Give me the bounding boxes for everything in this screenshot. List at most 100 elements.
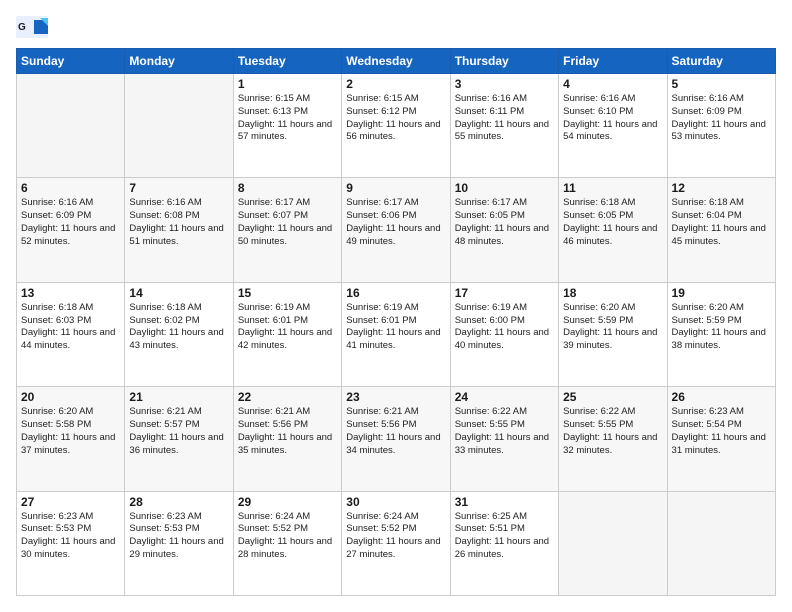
day-cell: 18Sunrise: 6:20 AMSunset: 5:59 PMDayligh… xyxy=(559,282,667,386)
day-number: 5 xyxy=(672,77,771,91)
sunset-text: Sunset: 5:53 PM xyxy=(129,523,228,536)
daylight-text: Daylight: 11 hours and 50 minutes. xyxy=(238,223,337,249)
daylight-text: Daylight: 11 hours and 40 minutes. xyxy=(455,327,554,353)
sunrise-text: Sunrise: 6:18 AM xyxy=(129,302,228,315)
sunrise-text: Sunrise: 6:18 AM xyxy=(672,197,771,210)
daylight-text: Daylight: 11 hours and 46 minutes. xyxy=(563,223,662,249)
sunrise-text: Sunrise: 6:21 AM xyxy=(129,406,228,419)
day-number: 17 xyxy=(455,286,554,300)
sunset-text: Sunset: 6:08 PM xyxy=(129,210,228,223)
sunset-text: Sunset: 5:59 PM xyxy=(672,315,771,328)
day-number: 4 xyxy=(563,77,662,91)
day-number: 24 xyxy=(455,390,554,404)
sunset-text: Sunset: 6:01 PM xyxy=(346,315,445,328)
sunrise-text: Sunrise: 6:19 AM xyxy=(238,302,337,315)
day-cell: 30Sunrise: 6:24 AMSunset: 5:52 PMDayligh… xyxy=(342,491,450,595)
sunset-text: Sunset: 6:04 PM xyxy=(672,210,771,223)
svg-text:G: G xyxy=(18,22,26,33)
sunrise-text: Sunrise: 6:24 AM xyxy=(238,511,337,524)
sunset-text: Sunset: 5:58 PM xyxy=(21,419,120,432)
daylight-text: Daylight: 11 hours and 53 minutes. xyxy=(672,119,771,145)
daylight-text: Daylight: 11 hours and 30 minutes. xyxy=(21,536,120,562)
day-cell xyxy=(17,74,125,178)
sunset-text: Sunset: 6:09 PM xyxy=(672,106,771,119)
day-cell: 15Sunrise: 6:19 AMSunset: 6:01 PMDayligh… xyxy=(233,282,341,386)
day-number: 15 xyxy=(238,286,337,300)
day-number: 19 xyxy=(672,286,771,300)
sunset-text: Sunset: 5:57 PM xyxy=(129,419,228,432)
sunrise-text: Sunrise: 6:16 AM xyxy=(455,93,554,106)
day-number: 30 xyxy=(346,495,445,509)
sunrise-text: Sunrise: 6:20 AM xyxy=(563,302,662,315)
day-cell: 24Sunrise: 6:22 AMSunset: 5:55 PMDayligh… xyxy=(450,387,558,491)
daylight-text: Daylight: 11 hours and 32 minutes. xyxy=(563,432,662,458)
daylight-text: Daylight: 11 hours and 34 minutes. xyxy=(346,432,445,458)
day-number: 27 xyxy=(21,495,120,509)
day-cell xyxy=(667,491,775,595)
daylight-text: Daylight: 11 hours and 56 minutes. xyxy=(346,119,445,145)
sunrise-text: Sunrise: 6:22 AM xyxy=(563,406,662,419)
daylight-text: Daylight: 11 hours and 44 minutes. xyxy=(21,327,120,353)
day-number: 29 xyxy=(238,495,337,509)
day-cell: 5 Sunrise: 6:16 AMSunset: 6:09 PMDaylight… xyxy=(667,74,775,178)
day-header-monday: Monday xyxy=(125,49,233,74)
sunset-text: Sunset: 6:05 PM xyxy=(455,210,554,223)
day-number: 22 xyxy=(238,390,337,404)
calendar-table: SundayMondayTuesdayWednesdayThursdayFrid… xyxy=(16,48,776,596)
sunset-text: Sunset: 5:59 PM xyxy=(563,315,662,328)
sunset-text: Sunset: 6:00 PM xyxy=(455,315,554,328)
sunset-text: Sunset: 6:03 PM xyxy=(21,315,120,328)
daylight-text: Daylight: 11 hours and 37 minutes. xyxy=(21,432,120,458)
day-number: 10 xyxy=(455,181,554,195)
daylight-text: Daylight: 11 hours and 48 minutes. xyxy=(455,223,554,249)
sunset-text: Sunset: 6:06 PM xyxy=(346,210,445,223)
sunrise-text: Sunrise: 6:19 AM xyxy=(346,302,445,315)
sunrise-text: Sunrise: 6:23 AM xyxy=(129,511,228,524)
daylight-text: Daylight: 11 hours and 51 minutes. xyxy=(129,223,228,249)
sunset-text: Sunset: 5:52 PM xyxy=(346,523,445,536)
sunset-text: Sunset: 6:12 PM xyxy=(346,106,445,119)
sunset-text: Sunset: 6:01 PM xyxy=(238,315,337,328)
sunrise-text: Sunrise: 6:16 AM xyxy=(563,93,662,106)
day-cell xyxy=(559,491,667,595)
sunrise-text: Sunrise: 6:17 AM xyxy=(346,197,445,210)
daylight-text: Daylight: 11 hours and 49 minutes. xyxy=(346,223,445,249)
sunrise-text: Sunrise: 6:18 AM xyxy=(21,302,120,315)
day-number: 23 xyxy=(346,390,445,404)
day-cell: 22Sunrise: 6:21 AMSunset: 5:56 PMDayligh… xyxy=(233,387,341,491)
sunrise-text: Sunrise: 6:24 AM xyxy=(346,511,445,524)
sunset-text: Sunset: 5:51 PM xyxy=(455,523,554,536)
sunrise-text: Sunrise: 6:18 AM xyxy=(563,197,662,210)
daylight-text: Daylight: 11 hours and 31 minutes. xyxy=(672,432,771,458)
calendar-page: G SundayMondayTuesdayWednesdayThursdayFr… xyxy=(0,0,792,612)
sunrise-text: Sunrise: 6:21 AM xyxy=(238,406,337,419)
day-cell: 9Sunrise: 6:17 AMSunset: 6:06 PMDaylight… xyxy=(342,178,450,282)
day-header-wednesday: Wednesday xyxy=(342,49,450,74)
daylight-text: Daylight: 11 hours and 29 minutes. xyxy=(129,536,228,562)
sunset-text: Sunset: 5:55 PM xyxy=(563,419,662,432)
day-number: 13 xyxy=(21,286,120,300)
week-row-2: 6Sunrise: 6:16 AMSunset: 6:09 PMDaylight… xyxy=(17,178,776,282)
daylight-text: Daylight: 11 hours and 45 minutes. xyxy=(672,223,771,249)
sunrise-text: Sunrise: 6:17 AM xyxy=(238,197,337,210)
sunset-text: Sunset: 6:07 PM xyxy=(238,210,337,223)
day-number: 1 xyxy=(238,77,337,91)
sunrise-text: Sunrise: 6:16 AM xyxy=(21,197,120,210)
sunrise-text: Sunrise: 6:16 AM xyxy=(672,93,771,106)
day-number: 3 xyxy=(455,77,554,91)
day-cell: 17Sunrise: 6:19 AMSunset: 6:00 PMDayligh… xyxy=(450,282,558,386)
day-cell: 19Sunrise: 6:20 AMSunset: 5:59 PMDayligh… xyxy=(667,282,775,386)
daylight-text: Daylight: 11 hours and 28 minutes. xyxy=(238,536,337,562)
sunrise-text: Sunrise: 6:22 AM xyxy=(455,406,554,419)
daylight-text: Daylight: 11 hours and 35 minutes. xyxy=(238,432,337,458)
sunrise-text: Sunrise: 6:20 AM xyxy=(21,406,120,419)
sunrise-text: Sunrise: 6:15 AM xyxy=(346,93,445,106)
daylight-text: Daylight: 11 hours and 57 minutes. xyxy=(238,119,337,145)
day-number: 28 xyxy=(129,495,228,509)
sunset-text: Sunset: 5:53 PM xyxy=(21,523,120,536)
sunrise-text: Sunrise: 6:21 AM xyxy=(346,406,445,419)
day-number: 25 xyxy=(563,390,662,404)
day-cell: 28 Sunrise: 6:23 AMSunset: 5:53 PMDayligh… xyxy=(125,491,233,595)
day-cell: 1Sunrise: 6:15 AMSunset: 6:13 PMDaylight… xyxy=(233,74,341,178)
day-cell: 29Sunrise: 6:24 AMSunset: 5:52 PMDayligh… xyxy=(233,491,341,595)
